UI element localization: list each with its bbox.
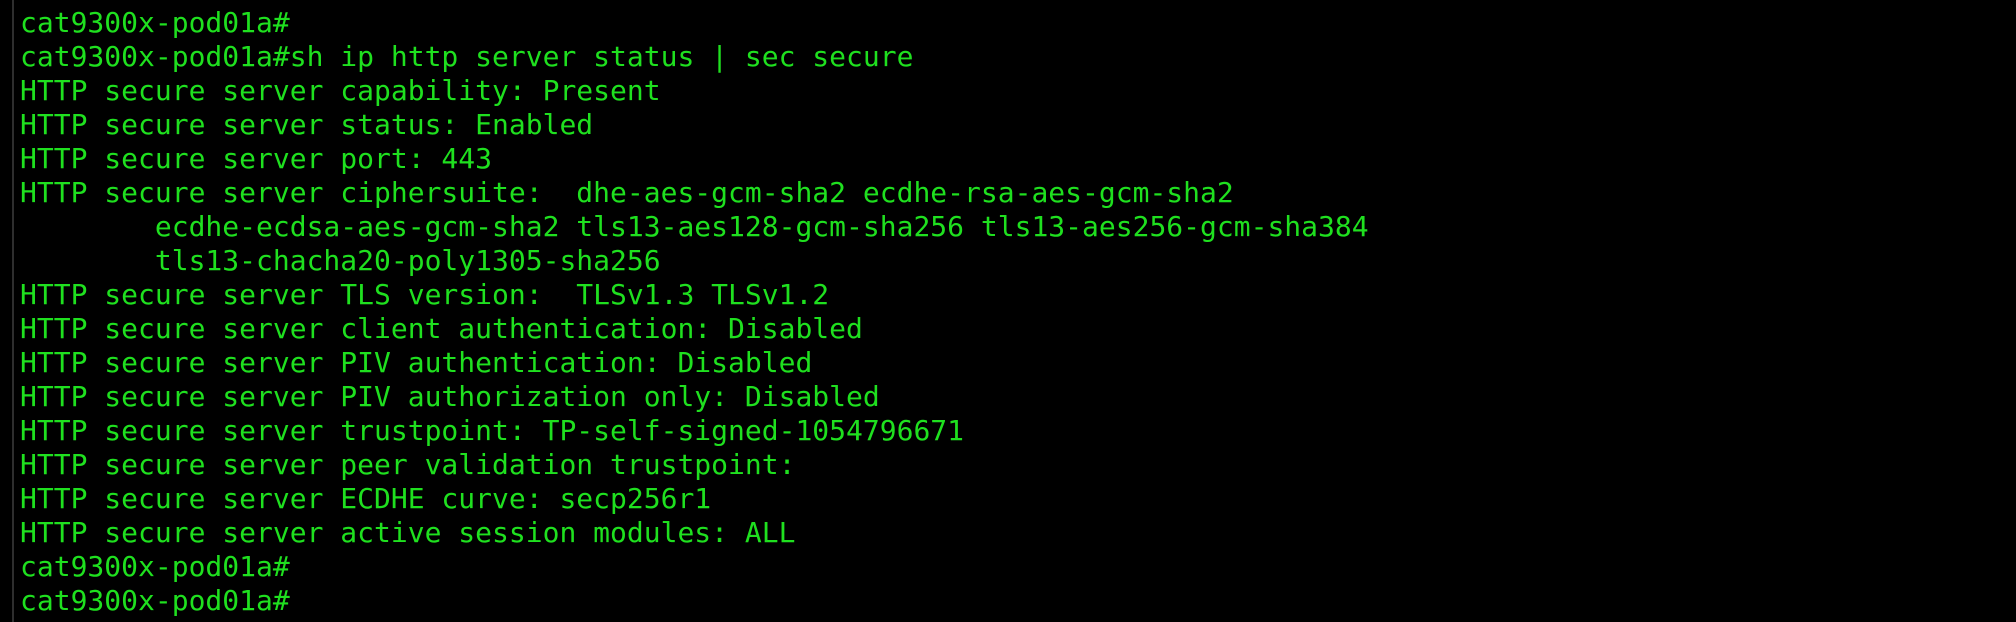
- terminal-line-tls-version: HTTP secure server TLS version: TLSv1.3 …: [20, 278, 830, 311]
- terminal-line-ciphersuite-cont-2: tls13-chacha20-poly1305-sha256: [20, 244, 661, 277]
- terminal-line-status: HTTP secure server status: Enabled: [20, 108, 594, 141]
- terminal-line-port: HTTP secure server port: 443: [20, 142, 493, 175]
- terminal-window[interactable]: cat9300x-pod01a# cat9300x-pod01a#sh ip h…: [0, 0, 2016, 622]
- terminal-line-prompt-2: cat9300x-pod01a#: [20, 550, 290, 583]
- terminal-output[interactable]: cat9300x-pod01a# cat9300x-pod01a#sh ip h…: [20, 6, 2010, 618]
- terminal-line-piv-authorization: HTTP secure server PIV authorization onl…: [20, 380, 880, 413]
- terminal-line-trustpoint: HTTP secure server trustpoint: TP-self-s…: [20, 414, 965, 447]
- terminal-line-ciphersuite-cont-1: ecdhe-ecdsa-aes-gcm-sha2 tls13-aes128-gc…: [20, 210, 1369, 243]
- terminal-line-peer-validation: HTTP secure server peer validation trust…: [20, 448, 796, 481]
- terminal-line-client-auth: HTTP secure server client authentication…: [20, 312, 863, 345]
- terminal-line-command: cat9300x-pod01a#sh ip http server status…: [20, 40, 914, 73]
- terminal-line-session-modules: HTTP secure server active session module…: [20, 516, 796, 549]
- terminal-line-ecdhe-curve: HTTP secure server ECDHE curve: secp256r…: [20, 482, 712, 515]
- terminal-line-ciphersuite: HTTP secure server ciphersuite: dhe-aes-…: [20, 176, 1234, 209]
- terminal-line-piv-auth: HTTP secure server PIV authentication: D…: [20, 346, 813, 379]
- terminal-left-border: [12, 0, 14, 622]
- terminal-line-prompt-3[interactable]: cat9300x-pod01a#: [20, 584, 2010, 618]
- terminal-line-capability: HTTP secure server capability: Present: [20, 74, 661, 107]
- terminal-line-prompt: cat9300x-pod01a#: [20, 6, 290, 39]
